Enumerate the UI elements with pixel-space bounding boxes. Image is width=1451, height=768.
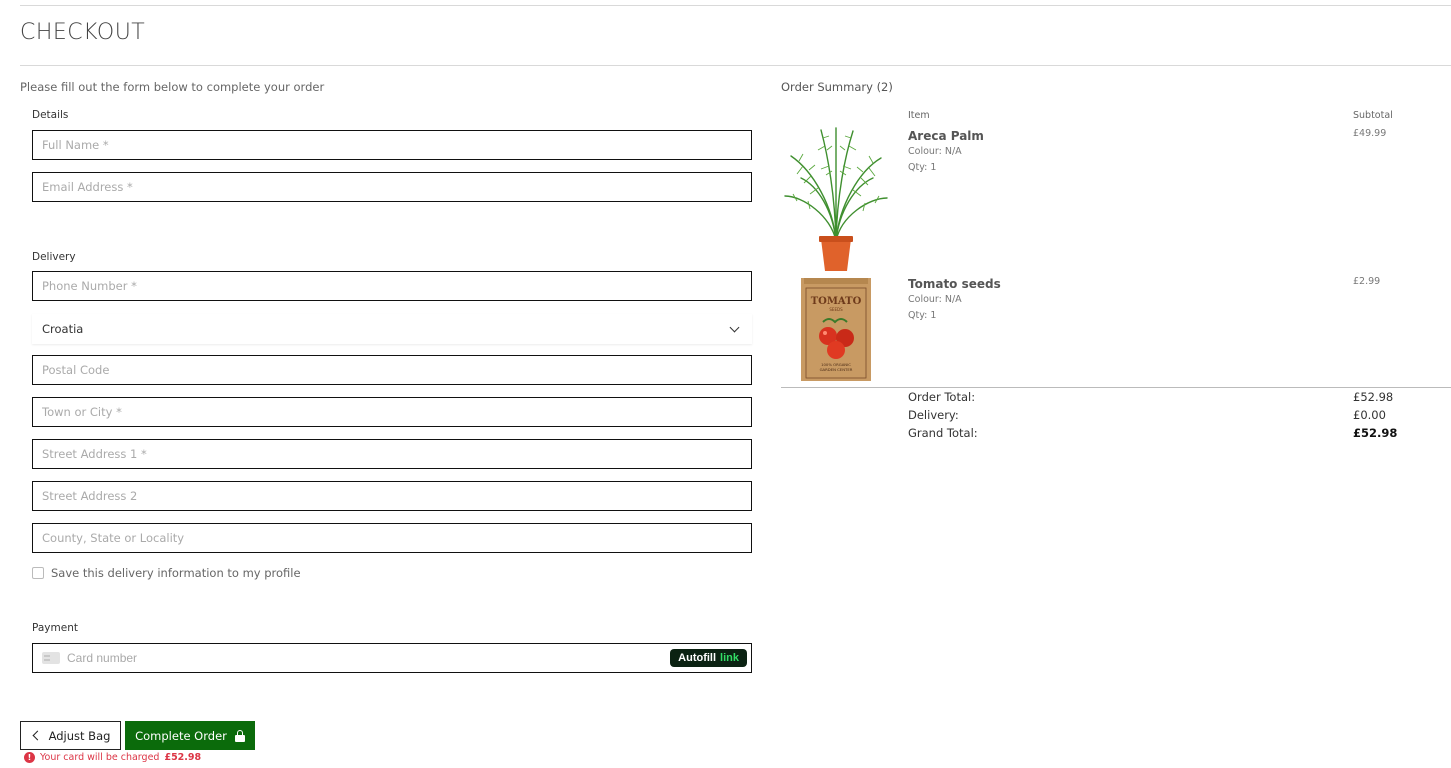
street-address-2-input[interactable] <box>42 482 742 510</box>
tomato-seeds-image[interactable]: TOMATO SEEDS 100% ORGANIC GARDEN CENTER <box>801 278 871 381</box>
county-input[interactable] <box>42 524 742 552</box>
complete-order-button[interactable]: Complete Order <box>125 721 255 750</box>
product-qty: Qty: 1 <box>908 310 937 321</box>
lock-icon <box>234 729 245 742</box>
item-column-header: Item <box>908 110 930 121</box>
email-input[interactable] <box>42 173 742 201</box>
page-title: CHECKOUT <box>20 20 146 45</box>
payment-label: Payment <box>32 622 78 634</box>
full-name-field[interactable] <box>32 130 752 160</box>
country-value: Croatia <box>42 322 84 336</box>
phone-input[interactable] <box>42 272 742 300</box>
grand-total-value: £52.98 <box>1353 426 1398 440</box>
order-total-label: Order Total: <box>908 390 976 404</box>
save-info-row[interactable]: Save this delivery information to my pro… <box>32 566 301 580</box>
phone-field[interactable] <box>32 271 752 301</box>
delivery-label: Delivery <box>32 251 76 263</box>
autofill-link-text: link <box>720 652 739 664</box>
email-field[interactable] <box>32 172 752 202</box>
charge-notice: ! Your card will be charged £52.98 <box>24 752 201 763</box>
adjust-bag-button[interactable]: Adjust Bag <box>20 721 121 750</box>
details-label: Details <box>32 109 69 121</box>
card-number-placeholder[interactable]: Card number <box>67 651 670 665</box>
totals-divider <box>781 387 1451 388</box>
grand-total-label: Grand Total: <box>908 426 978 440</box>
seed-packet-subtitle: SEEDS <box>829 307 843 312</box>
charge-text: Your card will be charged <box>40 752 160 763</box>
card-number-field[interactable]: Card number Autofill link <box>32 643 752 673</box>
country-select[interactable]: Croatia <box>32 314 752 344</box>
product-colour: Colour: N/A <box>908 294 962 305</box>
county-field[interactable] <box>32 523 752 553</box>
top-divider <box>20 5 1451 6</box>
street-address-1-field[interactable] <box>32 439 752 469</box>
product-qty: Qty: 1 <box>908 162 937 173</box>
delivery-cost-label: Delivery: <box>908 408 959 422</box>
subtotal-column-header: Subtotal <box>1353 110 1393 121</box>
product-name[interactable]: Areca Palm <box>908 129 984 143</box>
save-info-checkbox[interactable] <box>32 567 44 579</box>
product-price: £49.99 <box>1353 128 1387 139</box>
autofill-text: Autofill <box>678 652 717 664</box>
order-summary-title: Order Summary (2) <box>781 80 893 94</box>
charge-amount: £52.98 <box>164 752 202 763</box>
save-info-label[interactable]: Save this delivery information to my pro… <box>51 566 301 580</box>
alert-icon: ! <box>24 752 35 763</box>
order-total-value: £52.98 <box>1353 390 1394 404</box>
postal-code-input[interactable] <box>42 356 742 384</box>
autofill-link-button[interactable]: Autofill link <box>670 649 747 667</box>
chevron-left-icon <box>32 730 43 741</box>
postal-code-field[interactable] <box>32 355 752 385</box>
complete-order-label: Complete Order <box>135 728 227 743</box>
adjust-bag-label: Adjust Bag <box>48 728 111 743</box>
product-colour: Colour: N/A <box>908 146 962 157</box>
chevron-down-icon <box>729 322 740 332</box>
delivery-cost-value: £0.00 <box>1353 408 1386 422</box>
street-address-1-input[interactable] <box>42 440 742 468</box>
areca-palm-image[interactable] <box>783 126 889 272</box>
credit-card-icon <box>42 652 60 664</box>
town-field[interactable] <box>32 397 752 427</box>
town-input[interactable] <box>42 398 742 426</box>
product-name[interactable]: Tomato seeds <box>908 277 1001 291</box>
full-name-input[interactable] <box>42 131 742 159</box>
checkout-intro: Please fill out the form below to comple… <box>20 80 325 94</box>
title-divider <box>20 65 1451 66</box>
street-address-2-field[interactable] <box>32 481 752 511</box>
seed-packet-title: TOMATO <box>811 296 862 307</box>
seed-packet-footer-line2: GARDEN CENTER <box>820 367 853 372</box>
product-price: £2.99 <box>1353 276 1381 287</box>
